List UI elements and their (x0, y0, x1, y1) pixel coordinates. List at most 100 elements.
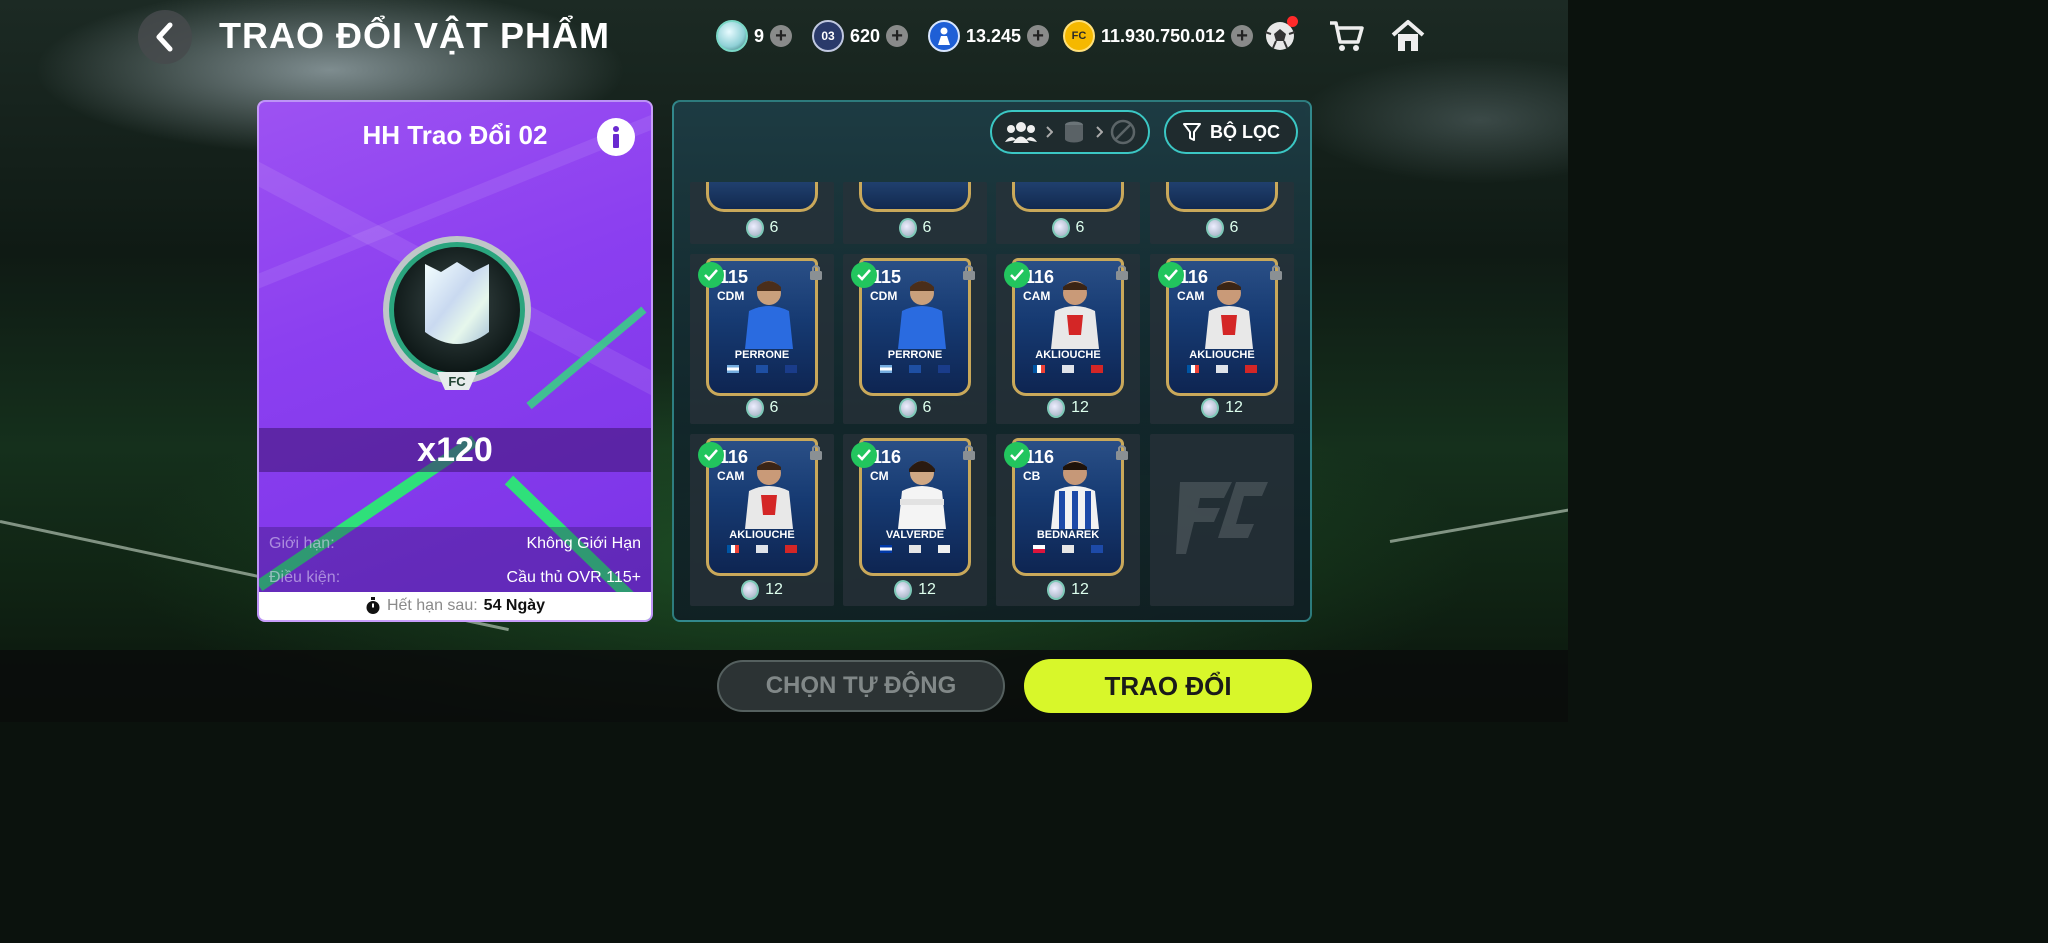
condition-label: Điều kiện: (269, 569, 341, 586)
player-slot[interactable]: 6 (690, 182, 834, 244)
add-fc-coin-button[interactable]: + (1231, 25, 1254, 47)
slot-cost: 6 (690, 218, 834, 238)
nation-flag (1033, 545, 1045, 553)
auto-select-button[interactable]: CHỌN TỰ ĐỘNG (717, 660, 1005, 712)
badge-icon (1201, 398, 1220, 418)
badge-icon (1047, 398, 1066, 418)
nation-flag (1033, 365, 1045, 373)
ticket-03-icon: 03 (812, 20, 844, 52)
filter-button[interactable]: BỘ LỌC (1164, 110, 1298, 154)
player-position: CB (1023, 469, 1041, 483)
nation-flag (1187, 365, 1199, 373)
shopping-cart-icon (1330, 21, 1364, 51)
club-badge (1091, 545, 1103, 553)
nation-flag (727, 545, 739, 553)
source-filter-pill[interactable] (990, 110, 1150, 154)
player-selection-panel: BỘ LỌC 6 6 6 6 115 CDM PERRONE 6 115 CDM (672, 100, 1312, 622)
league-badge (909, 365, 921, 373)
cost-value: 6 (769, 219, 779, 236)
offer-details: Giới hạn: Không Giới Hạn Điều kiện: Cầu … (259, 527, 651, 595)
condition-row: Điều kiện: Cầu thủ OVR 115+ (269, 569, 641, 593)
expiry-bar: Hết hạn sau: 54 Ngày (259, 592, 651, 620)
currency-value: 620 (850, 25, 881, 46)
player-slot[interactable]: 6 (1150, 182, 1294, 244)
slot-cost: 6 (1150, 218, 1294, 238)
player-slot[interactable]: 116 CAM AKLIOUCHE 12 (996, 254, 1140, 424)
player-slot[interactable]: 116 CAM AKLIOUCHE 12 (690, 434, 834, 606)
player-slot[interactable]: 116 CAM AKLIOUCHE 12 (1150, 254, 1294, 424)
lock-icon (1116, 265, 1128, 280)
player-card-partial (1012, 182, 1124, 212)
check-icon (1004, 262, 1030, 288)
club-badge (1245, 365, 1257, 373)
limit-value: Không Giới Hạn (526, 535, 641, 552)
player-position: CAM (1023, 289, 1051, 303)
limit-label: Giới hạn: (269, 535, 335, 552)
cost-value: 12 (1071, 399, 1089, 416)
filter-label: BỘ LỌC (1210, 121, 1280, 142)
nation-flag (880, 365, 892, 373)
currency-fc-coin: FC 11.930.750.012 + (1063, 18, 1254, 54)
badge-icon (745, 218, 764, 238)
lock-icon (810, 265, 822, 280)
check-icon (851, 262, 877, 288)
nation-flag (880, 545, 892, 553)
cost-value: 6 (1075, 219, 1085, 236)
back-button[interactable] (138, 10, 192, 64)
player-card-partial (706, 182, 818, 212)
player-card-partial (859, 182, 971, 212)
currency-player-coin: 13.245 + (928, 18, 1050, 54)
cost-value: 6 (1229, 219, 1239, 236)
empty-slot (1150, 434, 1294, 606)
player-position: CDM (717, 289, 745, 303)
badge-icon (745, 398, 764, 418)
stopwatch-icon (366, 597, 380, 614)
player-name: AKLIOUCHE (729, 529, 795, 541)
player-slot[interactable]: 116 CM VALVERDE 12 (843, 434, 987, 606)
cost-value: 12 (765, 581, 783, 598)
nation-flag (727, 365, 739, 373)
limit-row: Giới hạn: Không Giới Hạn (269, 535, 641, 559)
home-button[interactable] (1386, 14, 1430, 58)
info-button[interactable] (597, 118, 635, 156)
shop-button[interactable] (1324, 14, 1368, 58)
cost-value: 12 (1225, 399, 1243, 416)
chevron-right-icon (1046, 126, 1054, 138)
badge-icon (1205, 218, 1224, 238)
badge-icon (1047, 580, 1066, 600)
club-badge (785, 365, 797, 373)
league-badge (1216, 365, 1228, 373)
slot-cost: 12 (996, 398, 1140, 418)
slot-cost: 6 (690, 398, 834, 418)
player-slot[interactable]: 6 (996, 182, 1140, 244)
home-icon (1391, 20, 1425, 51)
add-ticket-button[interactable]: + (886, 25, 909, 47)
check-icon (851, 442, 877, 468)
add-silver-badge-button[interactable]: + (770, 25, 793, 47)
trade-button[interactable]: TRAO ĐỔI (1024, 659, 1312, 713)
cost-value: 6 (922, 219, 932, 236)
lock-icon (963, 265, 975, 280)
page-title: TRAO ĐỔI VẬT PHẨM (219, 15, 610, 56)
player-position: CDM (870, 289, 898, 303)
soccer-ball-button[interactable] (1258, 14, 1302, 58)
slot-cost: 12 (1150, 398, 1294, 418)
chevron-right-icon (1095, 126, 1103, 138)
player-slot[interactable]: 115 CDM PERRONE 6 (690, 254, 834, 424)
add-player-coin-button[interactable]: + (1027, 25, 1050, 47)
player-slot[interactable]: 115 CDM PERRONE 6 (843, 254, 987, 424)
cost-value: 12 (918, 581, 936, 598)
cost-value: 6 (922, 399, 932, 416)
slot-cost: 6 (843, 398, 987, 418)
fc-logo-icon (1176, 482, 1268, 554)
player-slot[interactable]: 6 (843, 182, 987, 244)
player-position: CAM (1177, 289, 1205, 303)
club-badge (938, 545, 950, 553)
league-badge (1062, 365, 1074, 373)
slot-cost: 6 (996, 218, 1140, 238)
player-card-partial (1166, 182, 1278, 212)
condition-value: Cầu thủ OVR 115+ (506, 569, 641, 586)
cost-value: 6 (769, 399, 779, 416)
player-slot[interactable]: 116 CB BEDNAREK 12 (996, 434, 1140, 606)
svg-text:FC: FC (448, 374, 466, 389)
